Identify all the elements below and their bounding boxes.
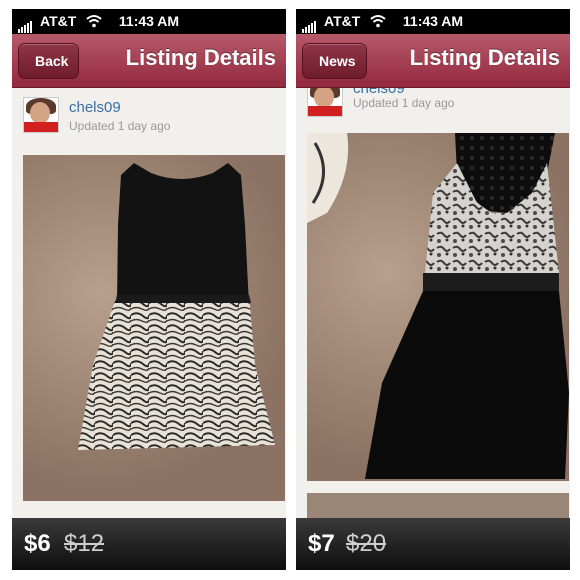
price-original: $12	[64, 530, 105, 557]
back-button[interactable]: News	[302, 43, 367, 79]
updated-time: Updated 1 day ago	[69, 119, 171, 133]
dress-image	[307, 133, 569, 479]
status-time: 11:43 AM	[118, 13, 180, 29]
status-bar: AT&T 11:43 AM	[12, 9, 286, 34]
seller-username[interactable]: chels09	[69, 99, 121, 116]
back-button-label: News	[319, 53, 356, 69]
price-original: $20	[346, 530, 387, 557]
page-title: Listing Details	[125, 45, 276, 70]
page-title: Listing Details	[409, 45, 560, 70]
seller-row[interactable]: chels09 Updated 1 day ago	[12, 87, 286, 147]
back-button-label: Back	[35, 53, 69, 69]
listing-screen-left: AT&T 11:43 AM Back Listing Details chels…	[12, 9, 286, 570]
nav-bar: Back Listing Details	[12, 34, 286, 88]
nav-bar: News Listing Details	[296, 34, 570, 88]
status-bar: AT&T 11:43 AM	[296, 9, 570, 34]
status-time: 11:43 AM	[402, 13, 464, 29]
avatar[interactable]	[23, 97, 59, 133]
price-bar: $6 $12	[12, 518, 286, 570]
updated-time: Updated 1 day ago	[353, 96, 455, 110]
price-bar: $7 $20	[296, 518, 570, 570]
back-button[interactable]: Back	[18, 43, 80, 79]
price-current: $6	[24, 530, 51, 557]
listing-photo[interactable]	[23, 155, 285, 501]
dress-image	[78, 163, 275, 450]
price-current: $7	[308, 530, 335, 557]
listing-photo[interactable]	[307, 133, 569, 481]
listing-screen-right: AT&T 11:43 AM chels09 Updated 1 day ago …	[296, 9, 570, 570]
